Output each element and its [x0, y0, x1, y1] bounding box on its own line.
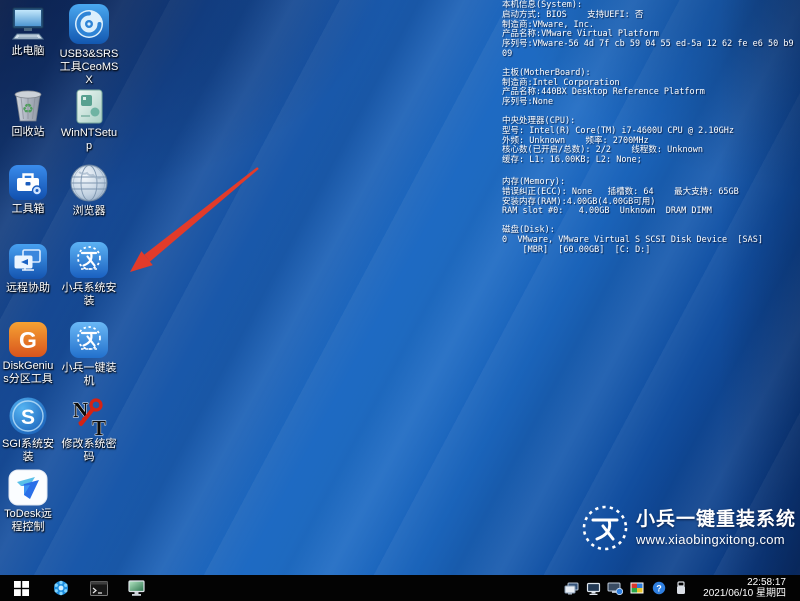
desktop-icon-label: ToDesk远程控制	[0, 508, 56, 534]
recycle-bin-icon: ♻	[8, 86, 48, 124]
usb3-tool-icon	[67, 3, 111, 46]
system-info-overlay: 本机信息(System): 启动方式: BIOS 支持UEFI: 否 制造商:V…	[502, 1, 799, 265]
xiaobing-logo-icon	[579, 502, 631, 554]
sysinfo-system: 本机信息(System): 启动方式: BIOS 支持UEFI: 否 制造商:V…	[502, 1, 799, 60]
sgi-install-icon: S	[8, 396, 48, 436]
clock-time: 22:58:17	[703, 577, 786, 588]
tray-remote-desktop-icon[interactable]	[563, 579, 579, 597]
taskbar-app-cmd[interactable]	[80, 575, 118, 601]
browser-globe-icon	[69, 163, 109, 203]
desktop-icon-label: WinNTSetup	[58, 127, 120, 153]
desktop-icon-label: 浏览器	[73, 205, 106, 218]
svg-text:♻: ♻	[22, 101, 34, 116]
watermark-url: www.xiaobingxitong.com	[636, 531, 796, 548]
sysinfo-cpu: 中央处理器(CPU): 型号: Intel(R) Core(TM) i7-460…	[502, 117, 799, 166]
svg-text:G: G	[19, 327, 37, 353]
svg-text:?: ?	[656, 583, 662, 593]
desktop-icon-usb3-tool[interactable]: USB3&SRS工具CeoMSX	[58, 3, 120, 87]
desktop-icon-label: 远程协助	[6, 282, 50, 295]
tray-help-icon[interactable]: ?	[651, 579, 667, 597]
xiaobing-install-icon	[68, 240, 110, 280]
taskbar-app-display[interactable]	[118, 575, 156, 601]
desktop-icon-diskgenius[interactable]: G DiskGenius分区工具	[0, 320, 56, 386]
desktop-icon-remote-assist[interactable]: 远程协助	[0, 242, 56, 295]
desktop-icon-sgi-install[interactable]: S SGI系统安装	[0, 396, 56, 464]
desktop-icon-label: 回收站	[12, 126, 45, 139]
taskbar-app-ceomsx[interactable]	[42, 575, 80, 601]
desktop-icon-toolbox[interactable]: 工具箱	[0, 163, 56, 216]
desktop-icon-browser[interactable]: 浏览器	[58, 163, 120, 218]
tray-network-display-icon[interactable]	[585, 579, 601, 597]
watermark-title: 小兵一键重装系统	[636, 509, 796, 531]
xiaobing-watermark: 小兵一键重装系统 www.xiaobingxitong.com	[579, 502, 796, 554]
nt-password-icon: N T	[69, 396, 109, 436]
command-prompt-icon	[90, 581, 108, 596]
svg-text:T: T	[92, 416, 106, 436]
tray-usb-eject-icon[interactable]	[673, 579, 689, 597]
sysinfo-motherboard: 主板(MotherBoard): 制造商:Intel Corporation 产…	[502, 69, 799, 108]
desktop-icon-label: SGI系统安装	[0, 438, 56, 464]
svg-text:S: S	[21, 406, 35, 429]
sysinfo-memory: 内存(Memory): 错误纠正(ECC): None 插槽数: 64 最大支持…	[502, 178, 799, 217]
clock-date: 2021/06/10 星期四	[703, 588, 786, 599]
tray-vm-tools-icon[interactable]	[607, 579, 623, 597]
desktop-icon-label: 此电脑	[12, 45, 45, 58]
desktop-icon-this-pc[interactable]: 此电脑	[0, 6, 56, 58]
system-tray: ? 22:58:17 2021/06/10 星期四	[563, 577, 800, 599]
desktop-screen: 此电脑 ♻ 回收站 工具箱	[0, 0, 800, 601]
xiaobing-onekey-icon	[68, 320, 110, 360]
desktop-icon-label: USB3&SRS工具CeoMSX	[58, 48, 120, 87]
diskgenius-icon: G	[8, 320, 48, 358]
desktop-icon-label: 修改系统密码	[58, 438, 120, 464]
todesk-icon	[8, 468, 48, 506]
ceomsx-app-icon	[52, 579, 70, 597]
desktop-icon-recycle-bin[interactable]: ♻ 回收站	[0, 86, 56, 139]
taskbar: ? 22:58:17 2021/06/10 星期四	[0, 575, 800, 601]
taskbar-clock[interactable]: 22:58:17 2021/06/10 星期四	[695, 577, 792, 599]
desktop-icon-xiaobing-onekey[interactable]: 小兵一键装机	[58, 320, 120, 388]
desktop-icon-xiaobing-install[interactable]: 小兵系统安装	[58, 240, 120, 308]
red-arrow-annotation	[120, 150, 300, 290]
desktop-icon-label: 小兵一键装机	[58, 362, 120, 388]
windows-logo-icon	[14, 581, 29, 596]
toolbox-icon	[8, 163, 48, 201]
remote-assist-icon	[8, 242, 48, 280]
start-button[interactable]	[0, 575, 42, 601]
sysinfo-disk: 磁盘(Disk): 0 VMware, VMware Virtual S SCS…	[502, 226, 799, 255]
desktop-icon-label: 小兵系统安装	[58, 282, 120, 308]
computer-display-icon	[128, 580, 147, 597]
tray-color-profile-icon[interactable]	[629, 579, 645, 597]
desktop-icon-nt-password[interactable]: N T 修改系统密码	[58, 396, 120, 464]
desktop-icon-todesk[interactable]: ToDesk远程控制	[0, 468, 56, 534]
desktop-icon-label: 工具箱	[12, 203, 45, 216]
desktop-icon-winntsetup[interactable]: WinNTSetup	[58, 88, 120, 153]
this-pc-icon	[8, 6, 48, 43]
winntsetup-icon	[69, 88, 109, 125]
desktop-icon-label: DiskGenius分区工具	[0, 360, 56, 386]
